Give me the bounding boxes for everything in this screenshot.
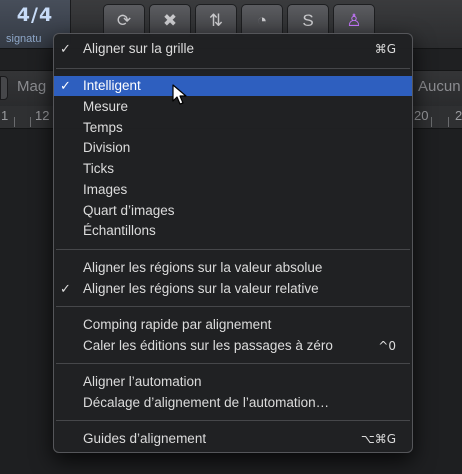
delete-box-icon: ✖ [162, 11, 178, 30]
menu-item-label: Décalage d’alignement de l’automation… [83, 395, 330, 410]
menu-item-bar[interactable]: Mesure [54, 97, 412, 117]
magnet-label[interactable]: Mag [17, 78, 46, 95]
ruler-number: 20 [414, 108, 429, 123]
menu-item-label: Aligner les régions sur la valeur relati… [83, 281, 319, 296]
menu-item-quarter-frames[interactable]: Quart d’images [54, 201, 412, 221]
menu-item-label: Quart d’images [83, 203, 175, 218]
ruler-number: 12 [35, 108, 50, 123]
ruler-tick [14, 117, 15, 127]
menu-item-label: Division [83, 140, 131, 155]
checkmark-icon: ✓ [60, 78, 71, 93]
checkmark-icon: ✓ [60, 41, 71, 56]
control-bar-stub [0, 76, 8, 100]
mouse-pointer-icon [172, 84, 187, 105]
checkmark-icon: ✓ [60, 281, 71, 296]
menu-item-label: Aligner l’automation [83, 374, 202, 389]
menu-item-samples[interactable]: Échantillons [54, 221, 412, 241]
ruler-number: 2 [455, 108, 462, 123]
none-label[interactable]: Aucun [418, 78, 461, 95]
menu-separator [56, 68, 410, 69]
menu-item-alignment-guides[interactable]: Guides d’alignement ⌥⌘G [54, 429, 412, 449]
menu-separator [56, 306, 410, 307]
metronome-icon: ♙ [346, 11, 362, 30]
menu-item-label: Échantillons [83, 223, 156, 238]
menu-item-quick-swipe-comping[interactable]: Comping rapide par alignement [54, 315, 412, 335]
menu-item-label: Ticks [83, 161, 114, 176]
menu-separator [56, 420, 410, 421]
menu-item-label: Comping rapide par alignement [83, 317, 272, 332]
ruler-number: 1 [1, 108, 9, 123]
menu-item-label: Images [83, 182, 128, 197]
menu-item-smart[interactable]: ✓ Intelligent [54, 76, 412, 96]
menu-item-shortcut: ⌥⌘G [360, 432, 396, 446]
menu-item-snap-absolute[interactable]: Aligner les régions sur la valeur absolu… [54, 258, 412, 278]
menu-separator [56, 363, 410, 364]
menu-item-label: Aligner les régions sur la valeur absolu… [83, 260, 323, 275]
cycle-icon: ⟳ [116, 11, 132, 30]
menu-item-snap-automation[interactable]: Aligner l’automation [54, 372, 412, 392]
solo-icon: S [302, 11, 314, 30]
menu-item-shortcut: ^0 [378, 339, 396, 353]
menu-item-snap-zero-crossings[interactable]: Caler les éditions sur les passages à zé… [54, 336, 412, 356]
menu-item-label: Guides d’alignement [83, 431, 207, 446]
menu-item-label: Temps [83, 120, 123, 135]
menu-item-automation-snap-offset[interactable]: Décalage d’alignement de l’automation… [54, 393, 412, 413]
menu-item-label: Caler les éditions sur les passages à zé… [83, 338, 333, 353]
time-signature-label: signatu [6, 33, 42, 45]
menu-item-shortcut: ⌘G [374, 42, 396, 56]
menu-item-snap-relative[interactable]: ✓ Aligner les régions sur la valeur rela… [54, 279, 412, 299]
menu-item-snap-to-grid[interactable]: ✓ Aligner sur la grille ⌘G [54, 39, 412, 59]
menu-item-label: Mesure [83, 99, 129, 114]
ruler-tick [448, 117, 449, 127]
menu-item-ticks[interactable]: Ticks [54, 159, 412, 179]
menu-item-division[interactable]: Division [54, 138, 412, 158]
menu-item-frames[interactable]: Images [54, 180, 412, 200]
bounce-arrows-icon: ⇅ [208, 11, 224, 30]
menu-separator [56, 249, 410, 250]
gauge-icon: ◔ [256, 11, 268, 30]
time-signature-value: 4/4 [16, 4, 54, 26]
menu-item-beat[interactable]: Temps [54, 118, 412, 138]
ruler-tick [431, 117, 432, 127]
menu-item-label: Aligner sur la grille [83, 41, 195, 56]
menu-item-label: Intelligent [83, 78, 141, 93]
snap-menu: ✓ Aligner sur la grille ⌘G ✓ Intelligent… [53, 33, 413, 453]
ruler-tick [30, 117, 31, 127]
